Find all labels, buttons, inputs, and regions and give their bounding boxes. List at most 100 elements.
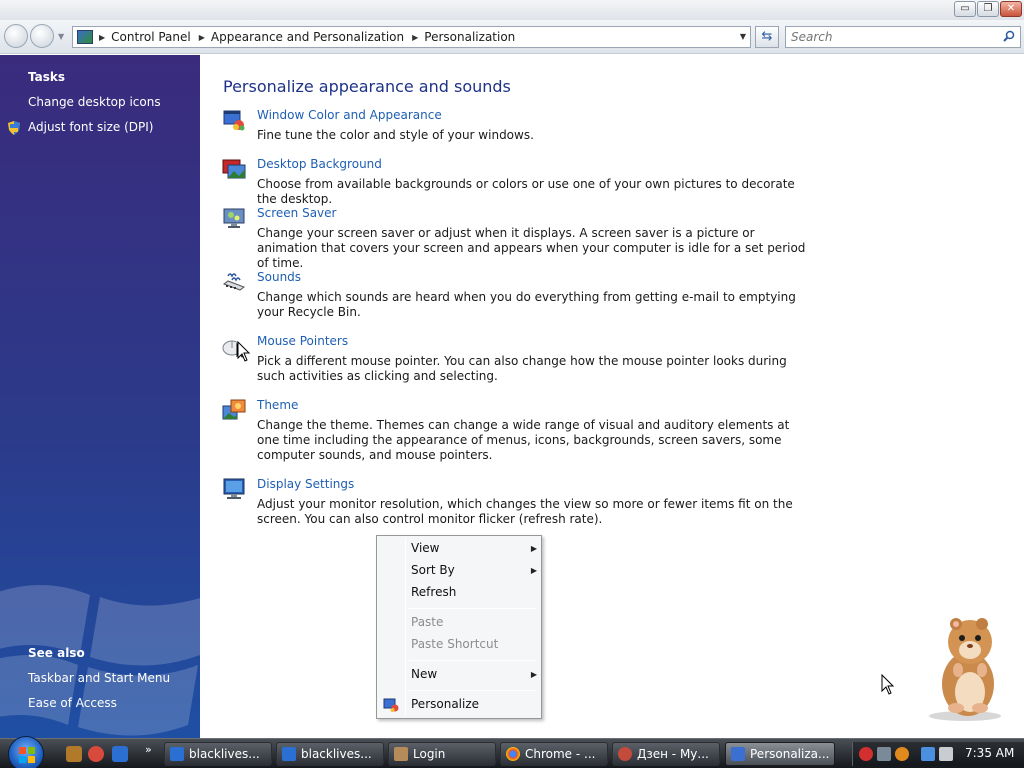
forward-button[interactable] — [30, 24, 54, 48]
refresh-button[interactable]: ⇆ — [755, 26, 779, 48]
sounds-description: Change which sounds are heard when you d… — [257, 290, 796, 319]
window-title-bar: ▭ ❐ ✕ — [0, 0, 1024, 20]
context-refresh-item[interactable]: Refresh — [411, 585, 456, 599]
browser-icon — [618, 747, 632, 761]
network-folder-icon — [170, 747, 184, 761]
taskbar: » blacklives... blacklives... Login Chro… — [0, 736, 1024, 768]
context-menu-gutter — [405, 538, 406, 716]
breadcrumb-appearance[interactable]: Appearance and Personalization — [211, 30, 404, 44]
taskbar-button-label: blacklives... — [189, 747, 260, 761]
ease-of-access-link[interactable]: Ease of Access — [28, 696, 117, 710]
desktop-background-description: Choose from available backgrounds or col… — [257, 177, 795, 206]
taskbar-button-blacklives-2[interactable]: blacklives... — [276, 742, 384, 766]
mouse-pointers-description: Pick a different mouse pointer. You can … — [257, 354, 787, 383]
context-paste-shortcut-item[interactable]: Paste Shortcut — [411, 637, 498, 651]
context-menu-separator — [409, 660, 537, 661]
submenu-arrow-icon: ▶ — [530, 544, 537, 553]
network-folder-icon — [282, 747, 296, 761]
recent-pages-dropdown-icon[interactable]: ▼ — [58, 32, 64, 41]
start-button[interactable] — [8, 736, 44, 768]
see-also-heading: See also — [28, 646, 85, 660]
taskbar-start-menu-link[interactable]: Taskbar and Start Menu — [28, 671, 170, 685]
desktop-background-icon[interactable] — [222, 157, 246, 181]
context-paste-item[interactable]: Paste — [411, 615, 443, 629]
display-settings-description: Adjust your monitor resolution, which ch… — [257, 497, 793, 526]
mouse-pointers-link[interactable]: Mouse Pointers — [257, 334, 348, 348]
screen-saver-description: Change your screen saver or adjust when … — [257, 226, 806, 270]
taskbar-button-dzen[interactable]: Дзен - Му... — [612, 742, 720, 766]
window-color-icon[interactable] — [222, 108, 246, 132]
close-button[interactable]: ✕ — [1000, 1, 1022, 17]
breadcrumb-separator-icon[interactable]: ▶ — [99, 33, 105, 42]
context-menu-separator — [409, 690, 537, 691]
network-icon[interactable] — [921, 747, 935, 761]
context-view-label: View — [411, 541, 440, 555]
taskbar-button-chrome[interactable]: Chrome - ... — [500, 742, 608, 766]
system-tray: 7:35 AM — [852, 742, 1024, 766]
search-icon[interactable] — [1003, 30, 1015, 42]
theme-icon[interactable] — [222, 398, 246, 422]
taskbar-button-login[interactable]: Login — [388, 742, 496, 766]
adjust-font-size-link[interactable]: Adjust font size (DPI) — [28, 120, 153, 134]
context-new-label: New — [411, 667, 438, 681]
window-color-description: Fine tune the color and style of your wi… — [257, 128, 534, 142]
taskbar-button-label: Chrome - ... — [525, 747, 596, 761]
taskbar-clock[interactable]: 7:35 AM — [965, 746, 1014, 760]
chrome-icon — [506, 747, 520, 761]
search-input[interactable] — [786, 27, 986, 47]
desktop-context-menu: View ▶ Sort By ▶ Refresh Paste Paste Sho… — [376, 535, 542, 719]
breadcrumb-separator-icon[interactable]: ▶ — [199, 33, 205, 42]
hamster-mascot-icon — [929, 618, 1001, 721]
screen-saver-icon[interactable] — [222, 206, 246, 230]
sounds-icon[interactable] — [222, 270, 246, 294]
minimize-button[interactable]: ▭ — [954, 1, 976, 17]
context-new-item[interactable]: New ▶ — [411, 667, 537, 681]
uac-shield-icon — [8, 121, 20, 135]
taskbar-button-blacklives-1[interactable]: blacklives... — [164, 742, 272, 766]
quicklaunch-app-icon[interactable] — [66, 746, 82, 762]
taskbar-button-label: Дзен - Му... — [637, 747, 709, 761]
display-settings-icon[interactable] — [222, 477, 246, 501]
theme-link[interactable]: Theme — [257, 398, 298, 412]
breadcrumb-personalization[interactable]: Personalization — [424, 30, 515, 44]
address-bar[interactable]: ▶ Control Panel ▶ Appearance and Persona… — [72, 26, 751, 48]
screen-saver-link[interactable]: Screen Saver — [257, 206, 336, 220]
change-desktop-icons-link[interactable]: Change desktop icons — [28, 95, 161, 109]
sounds-link[interactable]: Sounds — [257, 270, 301, 284]
search-box[interactable] — [785, 26, 1021, 48]
submenu-arrow-icon: ▶ — [530, 566, 537, 575]
main-content: Personalize appearance and sounds Window… — [200, 55, 1024, 738]
taskbar-button-label: Login — [413, 747, 446, 761]
breadcrumb-separator-icon[interactable]: ▶ — [412, 33, 418, 42]
quicklaunch-overflow-icon[interactable]: » — [145, 743, 152, 756]
tasks-heading: Tasks — [28, 70, 66, 84]
context-sort-by-item[interactable]: Sort By ▶ — [411, 563, 537, 577]
window-color-link[interactable]: Window Color and Appearance — [257, 108, 442, 122]
quicklaunch-opera-icon[interactable] — [88, 746, 104, 762]
control-panel-icon — [77, 30, 93, 44]
security-alert-icon[interactable] — [859, 747, 873, 761]
page-title: Personalize appearance and sounds — [223, 77, 511, 96]
breadcrumb-control-panel[interactable]: Control Panel — [111, 30, 191, 44]
context-sort-by-label: Sort By — [411, 563, 455, 577]
desktop-background-link[interactable]: Desktop Background — [257, 157, 382, 171]
tray-search-icon[interactable] — [895, 747, 909, 761]
context-personalize-item[interactable]: Personalize — [411, 697, 479, 711]
submenu-arrow-icon: ▶ — [530, 670, 537, 679]
quicklaunch-show-desktop-icon[interactable] — [112, 746, 128, 762]
taskbar-button-personalization[interactable]: Personaliza... — [725, 742, 835, 766]
context-view-item[interactable]: View ▶ — [411, 541, 537, 555]
context-menu-separator — [409, 608, 537, 609]
address-dropdown-icon[interactable]: ▼ — [740, 32, 746, 41]
desktop-mouse-cursor-icon — [881, 674, 895, 695]
display-settings-link[interactable]: Display Settings — [257, 477, 354, 491]
maximize-button[interactable]: ❐ — [977, 1, 999, 17]
tray-app-icon[interactable] — [877, 747, 891, 761]
volume-muted-icon[interactable] — [939, 747, 953, 761]
user-icon — [394, 747, 408, 761]
window-controls: ▭ ❐ ✕ — [954, 1, 1022, 17]
back-button[interactable] — [4, 24, 28, 48]
taskbar-button-label: Personaliza... — [750, 747, 830, 761]
personalization-icon — [731, 747, 745, 761]
navigation-bar: ▼ ▶ Control Panel ▶ Appearance and Perso… — [0, 20, 1024, 54]
